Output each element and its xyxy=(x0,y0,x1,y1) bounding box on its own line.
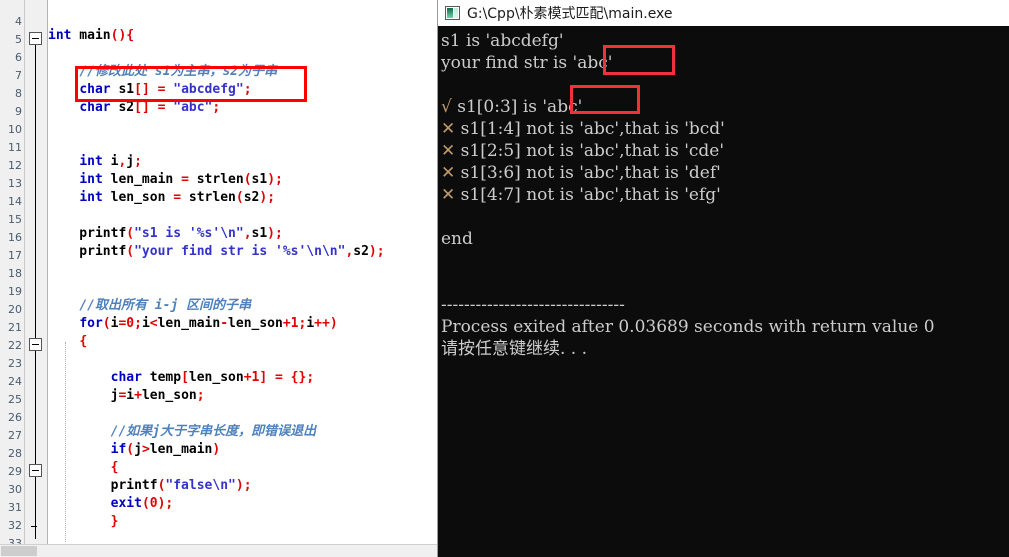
line-number: 18 xyxy=(8,267,22,280)
code-line: //修改此处 s1为主串，s2为子串 xyxy=(79,64,278,79)
console-window-icon xyxy=(445,6,460,20)
line-number: 10 xyxy=(8,123,22,136)
code-line: printf("s1 is '%s'\n",s1); xyxy=(48,226,283,241)
line-number-gutter: 4 5 6 7 8 9 10 11 12 13 14 15 16 17 18 19 20 21 22 23 24 25 26… xyxy=(0,0,25,550)
app-root: 4 5 6 7 8 9 10 11 12 13 14 15 16 17 18 19 20 21 22 23 24 25 26… xyxy=(0,0,1009,557)
line-number: 13 xyxy=(8,177,22,190)
console-line: ✕ s1[3:6] not is 'abc',that is 'def' xyxy=(441,163,721,183)
code-line: int len_son = strlen(s2); xyxy=(79,190,276,205)
code-line: int main(){ xyxy=(48,28,135,43)
fold-toggle-icon[interactable] xyxy=(29,338,42,351)
line-number: 5 xyxy=(15,33,22,46)
line-number: 7 xyxy=(15,69,22,82)
line-number: 4 xyxy=(15,15,22,28)
console-line: ✕ s1[4:7] not is 'abc',that is 'efg' xyxy=(441,185,721,205)
line-number: 30 xyxy=(8,483,22,496)
fold-toggle-icon[interactable] xyxy=(29,464,42,477)
line-number: 23 xyxy=(8,357,22,370)
line-number: 6 xyxy=(15,51,22,64)
line-number: 29 xyxy=(8,465,22,478)
code-line: printf("your find str is '%s'\n\n",s2); xyxy=(48,244,385,259)
status-mark: ✕ xyxy=(441,141,456,161)
code-line: int i,j; xyxy=(79,154,142,169)
console-output: s1 is 'abcdefg' your find str is 'abc' √ s… xyxy=(438,26,1009,557)
code-editor-pane[interactable]: 4 5 6 7 8 9 10 11 12 13 14 15 16 17 18 19 20 21 22 23 24 25 26… xyxy=(0,0,438,557)
code-line: char s1[] = "abcdefg"; xyxy=(79,82,252,97)
console-line: Process exited after 0.03689 seconds wit… xyxy=(441,317,935,337)
console-line: ✕ s1[2:5] not is 'abc',that is 'cde' xyxy=(441,141,725,161)
fold-guide-line xyxy=(35,351,36,465)
line-number: 19 xyxy=(8,285,22,298)
status-mark: ✕ xyxy=(441,119,456,139)
find-str-abc-highlight xyxy=(603,45,675,75)
code-line: exit(0); xyxy=(110,496,174,511)
console-line: your find str is 'abc' xyxy=(441,53,613,73)
line-number: 17 xyxy=(8,249,22,262)
code-line: printf("false\n"); xyxy=(48,478,252,493)
line-number: 26 xyxy=(8,411,22,424)
code-line: char temp[len_son+1] = {}; xyxy=(110,370,315,385)
code-line: //如果j大于字串长度，即错误退出 xyxy=(110,424,317,439)
line-number: 11 xyxy=(8,141,22,154)
line-number: 32 xyxy=(8,519,22,532)
console-line: √ s1[0:3] is 'abc' xyxy=(441,97,583,117)
code-line: j=i+len_son; xyxy=(48,388,205,403)
code-line: if(j>len_main) xyxy=(110,442,221,457)
status-mark: ✕ xyxy=(441,185,456,205)
status-mark: ✕ xyxy=(441,163,456,183)
editor-horizontal-scrollbar[interactable] xyxy=(0,544,438,557)
line-number: 24 xyxy=(8,375,22,388)
code-line: { xyxy=(110,460,119,475)
console-title-bar[interactable]: G:\Cpp\朴素模式匹配\main.exe xyxy=(438,0,1009,27)
line-number: 14 xyxy=(8,195,22,208)
line-number: 25 xyxy=(8,393,22,406)
fold-toggle-icon[interactable] xyxy=(29,32,42,45)
code-text-area[interactable]: int main(){ //修改此处 s1为主串，s2为子串 char s1[]… xyxy=(48,0,438,545)
line-number: 31 xyxy=(8,501,22,514)
line-number: 12 xyxy=(8,159,22,172)
code-line: } xyxy=(110,514,119,529)
line-number: 9 xyxy=(15,105,22,118)
console-line: s1 is 'abcdefg' xyxy=(441,31,564,51)
code-line: //取出所有 i-j 区间的子串 xyxy=(79,298,252,313)
line-number: 8 xyxy=(15,87,22,100)
line-number: 16 xyxy=(8,231,22,244)
status-mark: √ xyxy=(441,97,452,117)
line-number: 27 xyxy=(8,429,22,442)
line-number: 21 xyxy=(8,321,22,334)
fold-guide-line xyxy=(35,477,36,539)
code-line: char s2[] = "abc"; xyxy=(79,100,221,115)
code-line: int len_main = strlen(s1); xyxy=(79,172,283,187)
fold-end-tick xyxy=(31,526,37,527)
line-number: 22 xyxy=(8,339,22,352)
code-line: for(i=0;i<len_main-len_son+1;i++) xyxy=(79,316,338,331)
scrollbar-thumb[interactable] xyxy=(1,546,37,556)
console-line: 请按任意键继续. . . xyxy=(441,339,588,359)
fold-guide-line xyxy=(35,45,36,339)
code-folding-margin[interactable] xyxy=(25,0,48,545)
console-line: -------------------------------- xyxy=(441,295,625,315)
console-line: ✕ s1[1:4] not is 'abc',that is 'bcd' xyxy=(441,119,725,139)
console-window[interactable]: G:\Cpp\朴素模式匹配\main.exe s1 is 'abcdefg' yo… xyxy=(438,0,1009,557)
code-line: { xyxy=(79,334,88,349)
line-number: 20 xyxy=(8,303,22,316)
line-number: 15 xyxy=(8,213,22,226)
console-window-title: G:\Cpp\朴素模式匹配\main.exe xyxy=(467,6,673,22)
line-number: 28 xyxy=(8,447,22,460)
console-line: end xyxy=(441,229,473,249)
